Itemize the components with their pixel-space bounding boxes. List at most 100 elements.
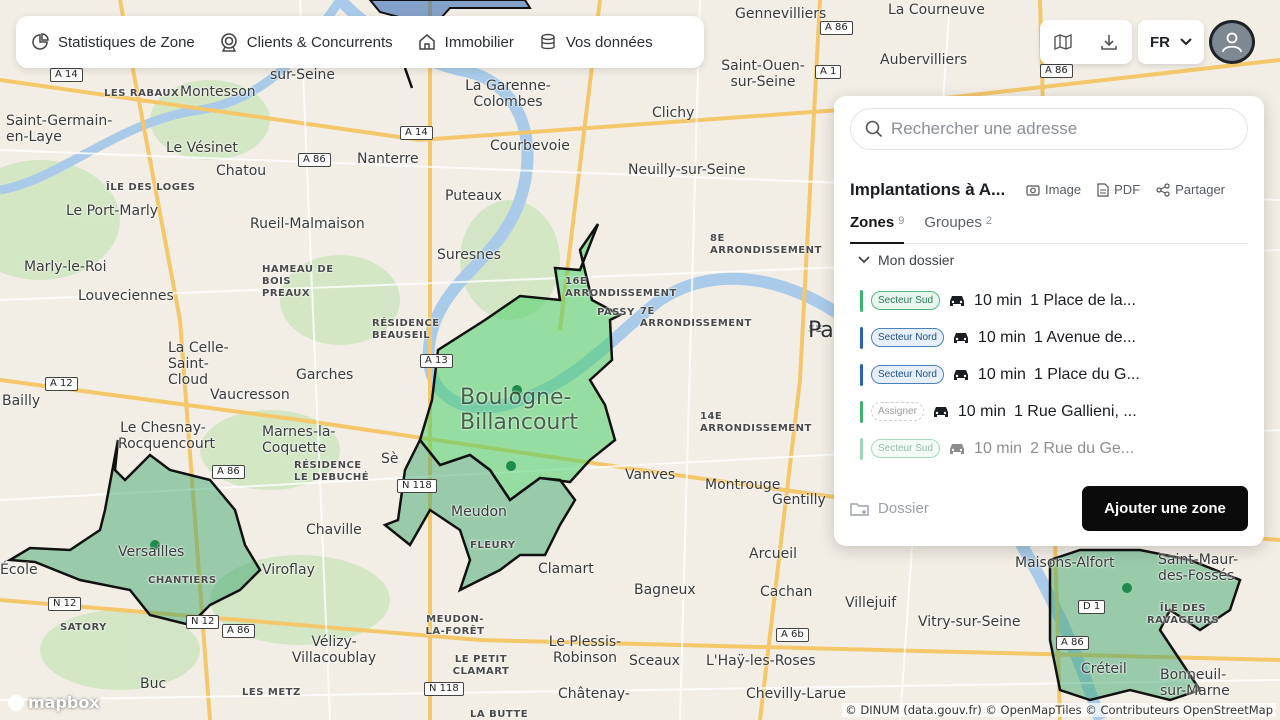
add-zone-button[interactable]: Ajouter une zone — [1082, 486, 1248, 531]
car-icon — [953, 369, 968, 380]
zone-color-bar — [860, 437, 863, 460]
language-value: FR — [1150, 33, 1170, 51]
mapbox-logo[interactable]: mapbox — [8, 693, 100, 712]
map-label: Nanterre — [357, 151, 419, 167]
panel-title: Implantations à A... — [850, 180, 1006, 199]
road-shield: A 14 — [400, 126, 433, 140]
nav-item-clients[interactable]: Clients & Concurrents — [219, 32, 393, 52]
new-folder-button[interactable]: Dossier — [850, 500, 929, 517]
map-label: Boulogne-Billancourt — [460, 385, 579, 435]
map-label: Vanves — [625, 467, 676, 483]
road-shield: D 1 — [1078, 600, 1106, 614]
map-layers-icon — [1054, 33, 1072, 51]
zone-address: 2 Rue du Ge... — [1030, 439, 1135, 457]
tab-label: Groupes — [924, 214, 982, 231]
share-label: Partager — [1175, 182, 1226, 197]
nav-item-immobilier[interactable]: Immobilier — [417, 32, 514, 52]
map-label: MEUDON-LA-FORÊT — [425, 614, 485, 637]
map-label: Bailly — [2, 393, 41, 409]
download-button[interactable] — [1099, 32, 1119, 52]
travel-time: 10 min — [974, 291, 1023, 309]
sector-tag[interactable]: Secteur Nord — [871, 365, 944, 384]
search-input[interactable] — [891, 119, 1231, 139]
map-label: Châtenay- — [558, 686, 630, 702]
map-label: Buc — [140, 676, 167, 692]
share-button[interactable]: Partager — [1156, 182, 1225, 197]
folder-toggle[interactable]: Mon dossier — [858, 252, 954, 268]
road-shield: A 86 — [222, 624, 255, 638]
sector-tag[interactable]: Secteur Sud — [871, 439, 941, 458]
user-icon — [1222, 32, 1242, 53]
list-item[interactable]: Secteur Sud 10 min 1 Place de la... — [860, 282, 1256, 319]
map-label: Montrouge — [705, 477, 781, 493]
map-label: Rueil-Malmaison — [250, 216, 365, 232]
map-attribution[interactable]: © DINUM (data.gouv.fr) © OpenMapTiles © … — [842, 703, 1276, 717]
map-label: Puteaux — [445, 188, 502, 204]
map-label: 8E ARRONDISSEMENT — [710, 233, 822, 256]
map-label: Courbevoie — [490, 138, 570, 154]
house-icon — [418, 34, 435, 50]
road-shield: A 86 — [212, 465, 245, 479]
map-label: Vaucresson — [210, 387, 290, 403]
nav-item-statistiques[interactable]: Statistiques de Zone — [30, 32, 195, 52]
export-image-label: Image — [1045, 182, 1082, 197]
map-label: Saint-Ouen-sur-Seine — [721, 58, 805, 90]
camera-icon — [1026, 184, 1040, 196]
map-label: Le Chesnay-Rocquencourt — [118, 420, 215, 452]
nav-item-donnees[interactable]: Vos données — [538, 32, 653, 52]
map-label: RÉSIDENCE BEAUSEIL — [372, 318, 440, 341]
road-shield: A 1 — [815, 65, 842, 79]
map-label: La Courneuve — [888, 2, 985, 18]
tab-groupes[interactable]: Groupes 2 — [924, 214, 992, 244]
map-label: SATORY — [60, 622, 107, 633]
map-label: Marnes-la-Coquette — [262, 424, 336, 456]
map-label: Bagneux — [634, 582, 696, 598]
map-label: Chevilly-Larue — [746, 686, 846, 702]
map-label: Villejuif — [845, 595, 897, 611]
export-pdf-button[interactable]: PDF — [1097, 182, 1140, 197]
list-item[interactable]: Assigner 10 min 1 Rue Gallieni, ... — [860, 393, 1256, 430]
map-label: L'Haÿ-les-Roses — [706, 653, 816, 669]
road-shield: A 13 — [420, 354, 453, 368]
map-label: Neuilly-sur-Seine — [628, 162, 746, 178]
map-label: Sceaux — [629, 653, 680, 669]
address-search[interactable] — [850, 108, 1248, 150]
map-label: 14E ARRONDISSEMENT — [700, 411, 812, 434]
map-label: Aubervilliers — [880, 52, 968, 68]
language-selector[interactable]: FR — [1138, 20, 1204, 64]
road-shield: A 86 — [1056, 636, 1089, 650]
sector-tag[interactable]: Secteur Sud — [871, 291, 941, 310]
map-label: Créteil — [1081, 661, 1127, 677]
chevron-down-icon — [858, 256, 870, 264]
map-label: Le Vésinet — [166, 140, 238, 156]
road-shield: A 14 — [50, 68, 83, 82]
zones-panel: Implantations à A... Image PDF Partager … — [834, 96, 1264, 546]
avatar[interactable] — [1209, 20, 1255, 64]
map-label: ÎLE DES LOGES — [106, 182, 196, 193]
map-label: Montesson — [180, 84, 256, 100]
road-shield: A 86 — [820, 21, 853, 35]
zone-list: Secteur Sud 10 min 1 Place de la... Sect… — [860, 282, 1256, 467]
map-label: Maisons-Alfort — [1015, 555, 1115, 571]
travel-time: 10 min — [957, 402, 1006, 420]
map-label: Chaville — [306, 522, 362, 538]
tab-zones[interactable]: Zones 9 — [850, 214, 905, 244]
assign-sector-button[interactable]: Assigner — [871, 402, 924, 421]
travel-time: 10 min — [977, 328, 1026, 346]
panel-tabs: Zones 9 Groupes 2 — [850, 214, 1248, 244]
list-item[interactable]: Secteur Sud 10 min 2 Rue du Ge... — [860, 430, 1256, 467]
list-item[interactable]: Secteur Nord 10 min 1 Avenue de... — [860, 319, 1256, 356]
map-label: HAMEAU DE BOIS PREAUX — [262, 264, 334, 299]
document-icon — [1097, 182, 1109, 197]
zone-address: 1 Avenue de... — [1033, 328, 1136, 346]
map-label: Marly-le-Roi — [24, 259, 107, 275]
zone-color-bar — [860, 400, 863, 423]
list-item[interactable]: Secteur Nord 10 min 1 Place du G... — [860, 356, 1256, 393]
map-label: 7E ARRONDISSEMENT — [640, 306, 752, 329]
zone-color-bar — [860, 289, 863, 312]
travel-time: 10 min — [977, 365, 1026, 383]
export-image-button[interactable]: Image — [1026, 182, 1081, 197]
sector-tag[interactable]: Secteur Nord — [871, 328, 944, 347]
map-label: Vélizy-Villacoublay — [291, 634, 377, 666]
map-layers-button[interactable] — [1053, 32, 1073, 52]
